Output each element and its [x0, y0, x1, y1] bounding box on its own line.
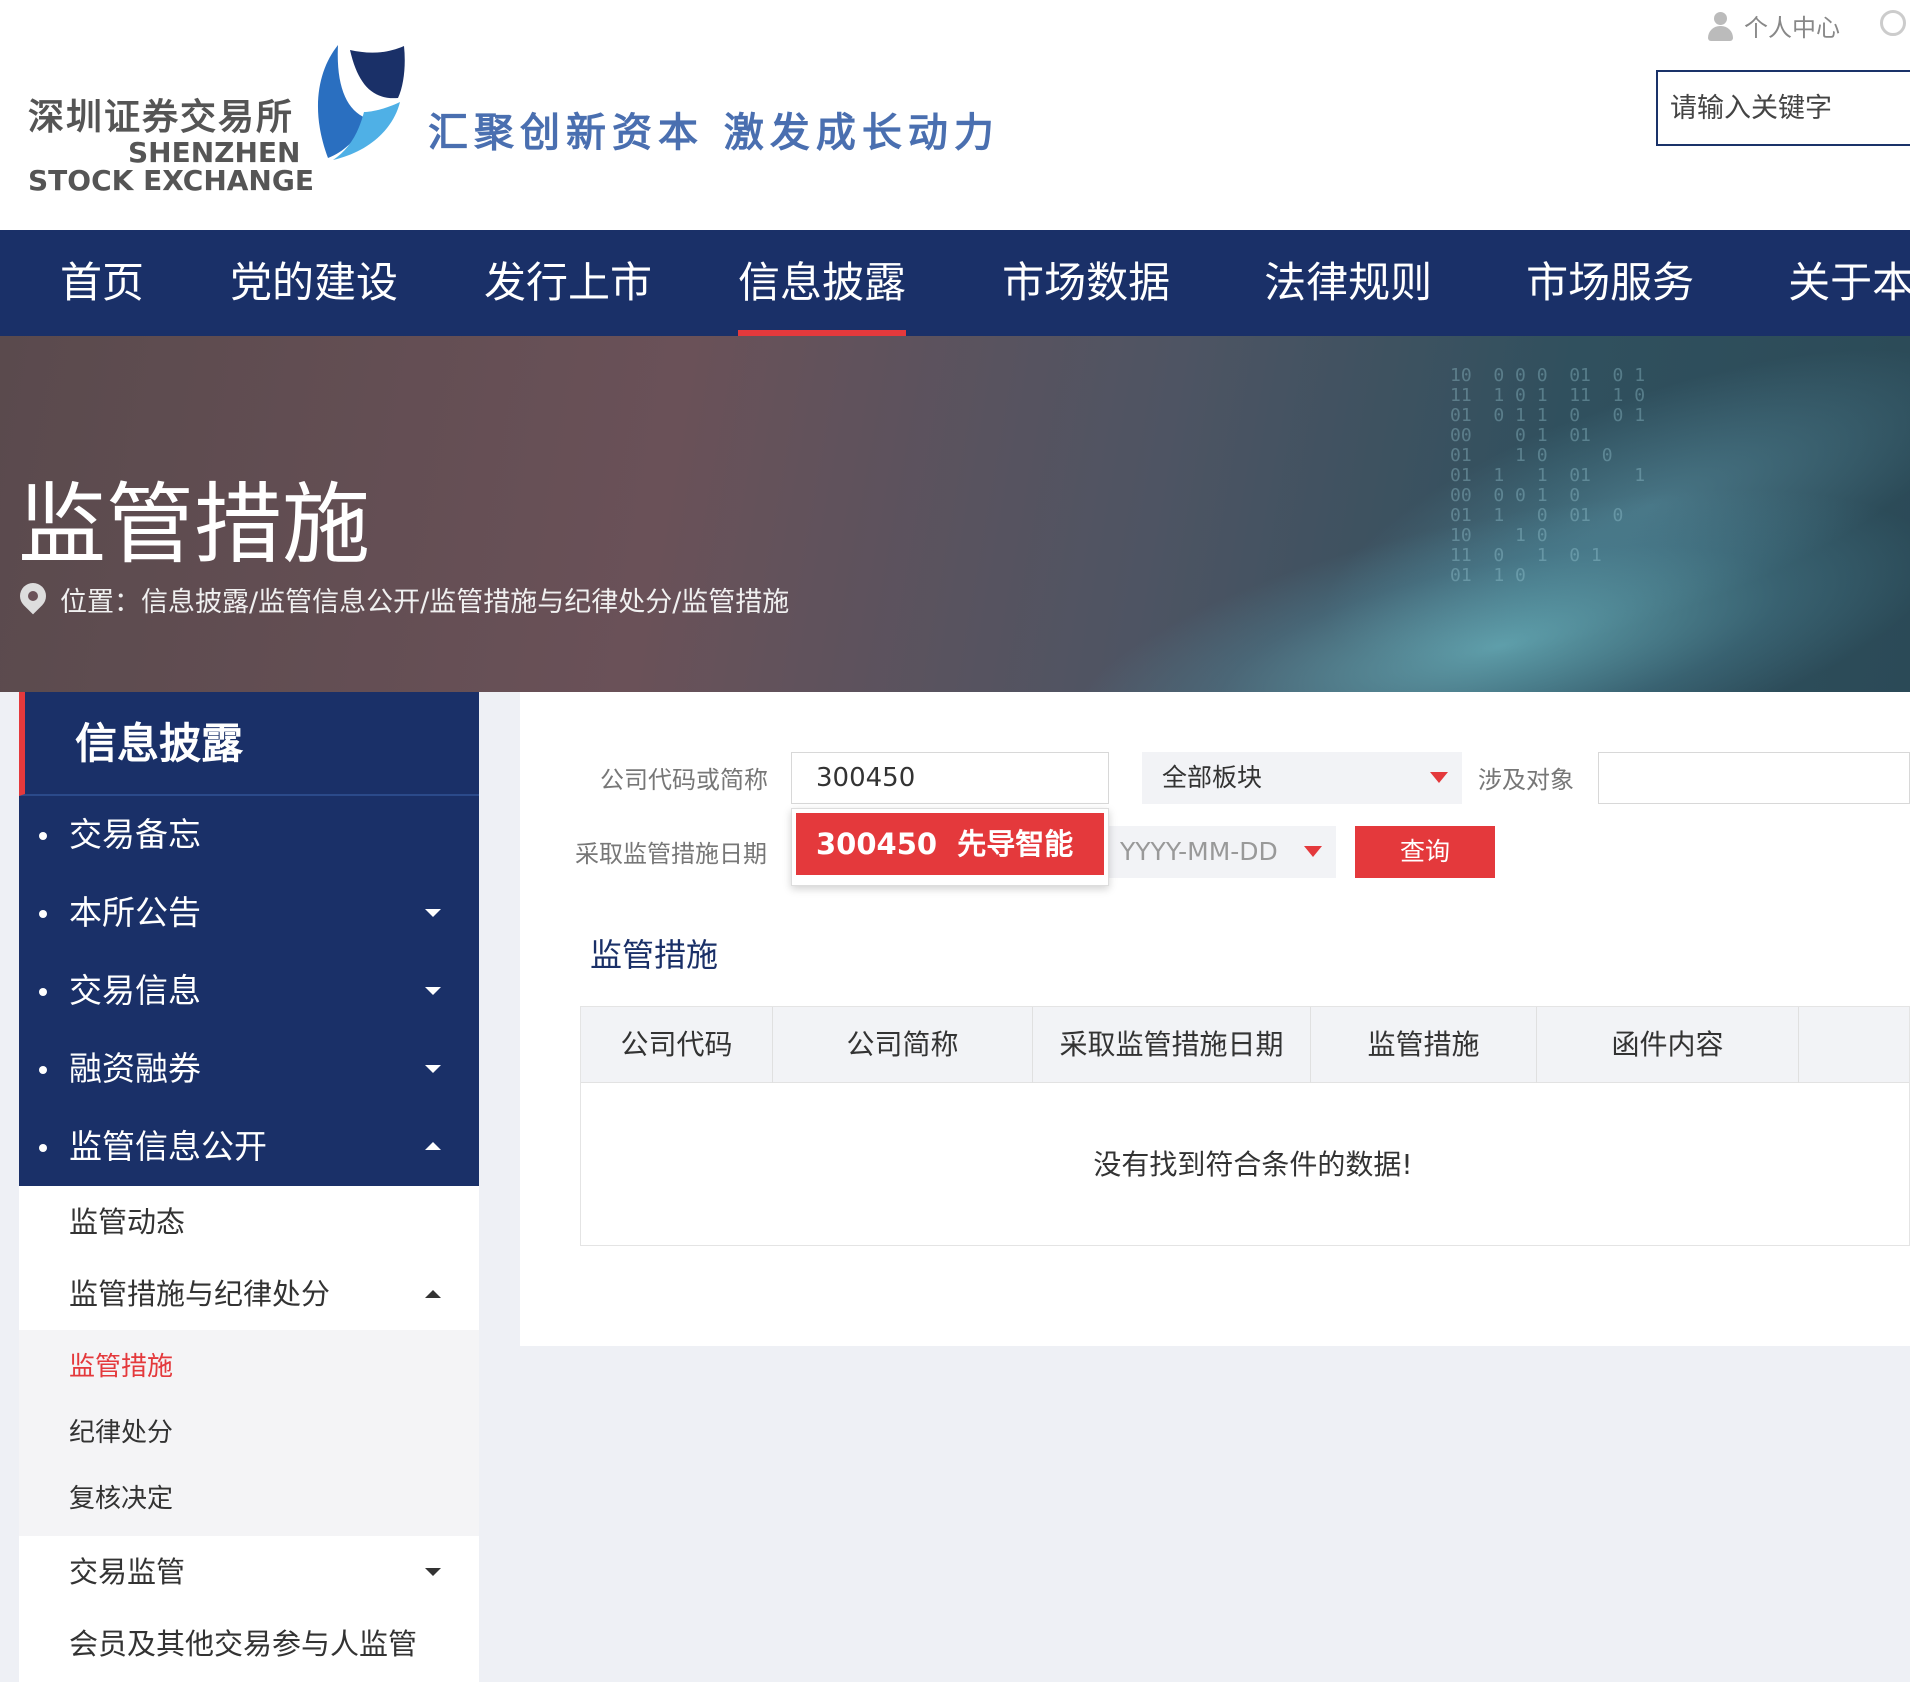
- sidebar-header-title: 信息披露: [75, 719, 244, 768]
- sidebar: 信息披露 交易备忘 本所公告 交易信息 融资融券 监管信息公开 监管动态 监管措…: [19, 692, 479, 1682]
- nav-item-home[interactable]: 首页: [60, 230, 144, 336]
- sidebar-item-label: 交易备忘: [69, 815, 201, 854]
- sidebar-sub-item-label: 监管动态: [69, 1205, 186, 1239]
- sidebar-sub-item-trading-supervision[interactable]: 交易监管: [19, 1536, 479, 1608]
- autocomplete-option[interactable]: 300450 先导智能: [796, 813, 1104, 875]
- column-header-measure: 监管措施: [1311, 1007, 1537, 1083]
- personal-center-link[interactable]: 个人中心: [1706, 8, 1840, 43]
- sidebar-sub-item-label: 会员及其他交易参与人监管: [69, 1627, 418, 1661]
- date-label: 采取监管措施日期: [575, 840, 767, 868]
- sidebar-sub-item-member-supervision[interactable]: 会员及其他交易参与人监管: [19, 1608, 479, 1680]
- site-search: [1656, 70, 1910, 146]
- table-empty-message: 没有找到符合条件的数据!: [1093, 1148, 1413, 1181]
- site-header: 深圳证券交易所 SHENZHEN STOCK EXCHANGE 汇聚创新资本 激…: [0, 0, 1910, 230]
- chevron-up-icon[interactable]: [425, 1142, 441, 1150]
- sidebar-subsub-group: 监管措施 纪律处分 复核决定: [19, 1330, 479, 1536]
- breadcrumb-text: 位置：信息披露/监管信息公开/监管措施与纪律处分/监管措施: [60, 587, 790, 618]
- sidebar-item-trading-info[interactable]: 交易信息: [19, 952, 479, 1030]
- sidebar-sub-item-supervision-news[interactable]: 监管动态: [19, 1186, 479, 1258]
- results-section-title: 监管措施: [590, 936, 719, 974]
- site-search-input[interactable]: [1658, 72, 1910, 144]
- autocomplete-option-name: 先导智能: [957, 827, 1074, 861]
- main-nav: 首页 党的建设 发行上市 信息披露 市场数据 法律规则 市场服务 关于本所: [0, 230, 1910, 336]
- site-slogan: 汇聚创新资本 激发成长动力: [428, 109, 1000, 156]
- company-code-field: [791, 752, 1109, 804]
- breadcrumb: 位置：信息披露/监管信息公开/监管措施与纪律处分/监管措施: [14, 577, 790, 619]
- board-select[interactable]: 全部板块: [1142, 752, 1462, 804]
- sidebar-item-announcements[interactable]: 本所公告: [19, 874, 479, 952]
- nav-item-about[interactable]: 关于本所: [1788, 230, 1910, 336]
- column-header-company-code: 公司代码: [581, 1007, 773, 1083]
- nav-item-rules[interactable]: 法律规则: [1264, 230, 1432, 336]
- date-placeholder: YYYY-MM-DD: [1120, 837, 1278, 866]
- banner-decoration: 10 0 0 0 01 0 1 11 1 0 1 11 1 0 01 0 1 1…: [1450, 365, 1646, 586]
- szse-logo-mark-icon: [317, 45, 405, 160]
- sidebar-subsub-item-sanctions[interactable]: 纪律处分: [19, 1400, 479, 1466]
- logo-chinese-name: 深圳证券交易所: [28, 97, 295, 138]
- company-code-input[interactable]: [792, 753, 1108, 803]
- dropdown-arrow-icon: [1430, 772, 1448, 783]
- page-title: 监管措施: [18, 473, 371, 576]
- location-pin-icon: [14, 577, 52, 617]
- subject-label: 涉及对象: [1478, 766, 1574, 794]
- main-panel: 公司代码或简称 全部板块 涉及对象 采取监管措施日期 YYYY-MM-DD 查询…: [520, 692, 1910, 1346]
- subject-input[interactable]: [1599, 753, 1909, 803]
- sidebar-item-label: 本所公告: [69, 893, 201, 932]
- date-end-field[interactable]: YYYY-MM-DD: [1108, 826, 1336, 878]
- query-button[interactable]: 查询: [1355, 826, 1495, 878]
- board-select-value: 全部板块: [1162, 763, 1263, 792]
- nav-item-disclosure[interactable]: 信息披露: [738, 230, 907, 336]
- sidebar-item-label: 融资融券: [69, 1049, 201, 1088]
- nav-item-party-building[interactable]: 党的建设: [230, 230, 398, 336]
- chevron-down-icon[interactable]: [425, 987, 441, 995]
- sidebar-sub-item-measures-and-sanctions[interactable]: 监管措施与纪律处分: [19, 1258, 479, 1330]
- nav-item-market-data[interactable]: 市场数据: [1002, 230, 1170, 336]
- table-header-row: 公司代码 公司简称 采取监管措施日期 监管措施 函件内容: [581, 1007, 1909, 1083]
- sidebar-header: 信息披露: [19, 692, 479, 796]
- company-code-label: 公司代码或简称: [600, 766, 768, 794]
- chevron-down-icon[interactable]: [425, 909, 441, 917]
- user-icon: [1706, 11, 1734, 41]
- logo-english-line2: STOCK EXCHANGE: [28, 164, 314, 197]
- sidebar-subsub-item-measures[interactable]: 监管措施: [19, 1334, 479, 1400]
- nav-item-services[interactable]: 市场服务: [1526, 230, 1694, 336]
- personal-center-label: 个人中心: [1744, 14, 1840, 42]
- sidebar-item-supervision-info[interactable]: 监管信息公开: [19, 1108, 479, 1186]
- sidebar-item-trading-memo[interactable]: 交易备忘: [19, 796, 479, 874]
- results-table: 公司代码 公司简称 采取监管措施日期 监管措施 函件内容 没有找到符合条件的数据…: [580, 1006, 1910, 1246]
- column-header-company-name: 公司简称: [773, 1007, 1033, 1083]
- subject-field: [1598, 752, 1910, 804]
- sidebar-sub-item-label: 监管措施与纪律处分: [69, 1277, 331, 1311]
- sidebar-sub-item-label: 交易监管: [69, 1555, 186, 1589]
- calendar-dropdown-icon: [1304, 846, 1322, 857]
- column-header-letter-content: 函件内容: [1537, 1007, 1799, 1083]
- column-header-measure-date: 采取监管措施日期: [1033, 1007, 1311, 1083]
- nav-item-listing[interactable]: 发行上市: [484, 230, 652, 336]
- chevron-up-icon[interactable]: [425, 1290, 441, 1298]
- sidebar-item-label: 监管信息公开: [69, 1127, 267, 1166]
- link-icon[interactable]: [1880, 10, 1906, 36]
- sidebar-subsub-item-review-decisions[interactable]: 复核决定: [19, 1466, 479, 1532]
- sidebar-item-margin-trading[interactable]: 融资融券: [19, 1030, 479, 1108]
- chevron-down-icon[interactable]: [425, 1568, 441, 1576]
- szse-logo[interactable]: 深圳证券交易所 SHENZHEN STOCK EXCHANGE: [28, 40, 408, 200]
- autocomplete-dropdown: 300450 先导智能: [791, 808, 1109, 886]
- chevron-down-icon[interactable]: [425, 1065, 441, 1073]
- sidebar-main-menu: 交易备忘 本所公告 交易信息 融资融券 监管信息公开: [19, 796, 479, 1186]
- page-banner: 10 0 0 0 01 0 1 11 1 0 1 11 1 0 01 0 1 1…: [0, 336, 1910, 692]
- sidebar-item-label: 交易信息: [69, 971, 201, 1010]
- autocomplete-option-code: 300450: [816, 827, 938, 861]
